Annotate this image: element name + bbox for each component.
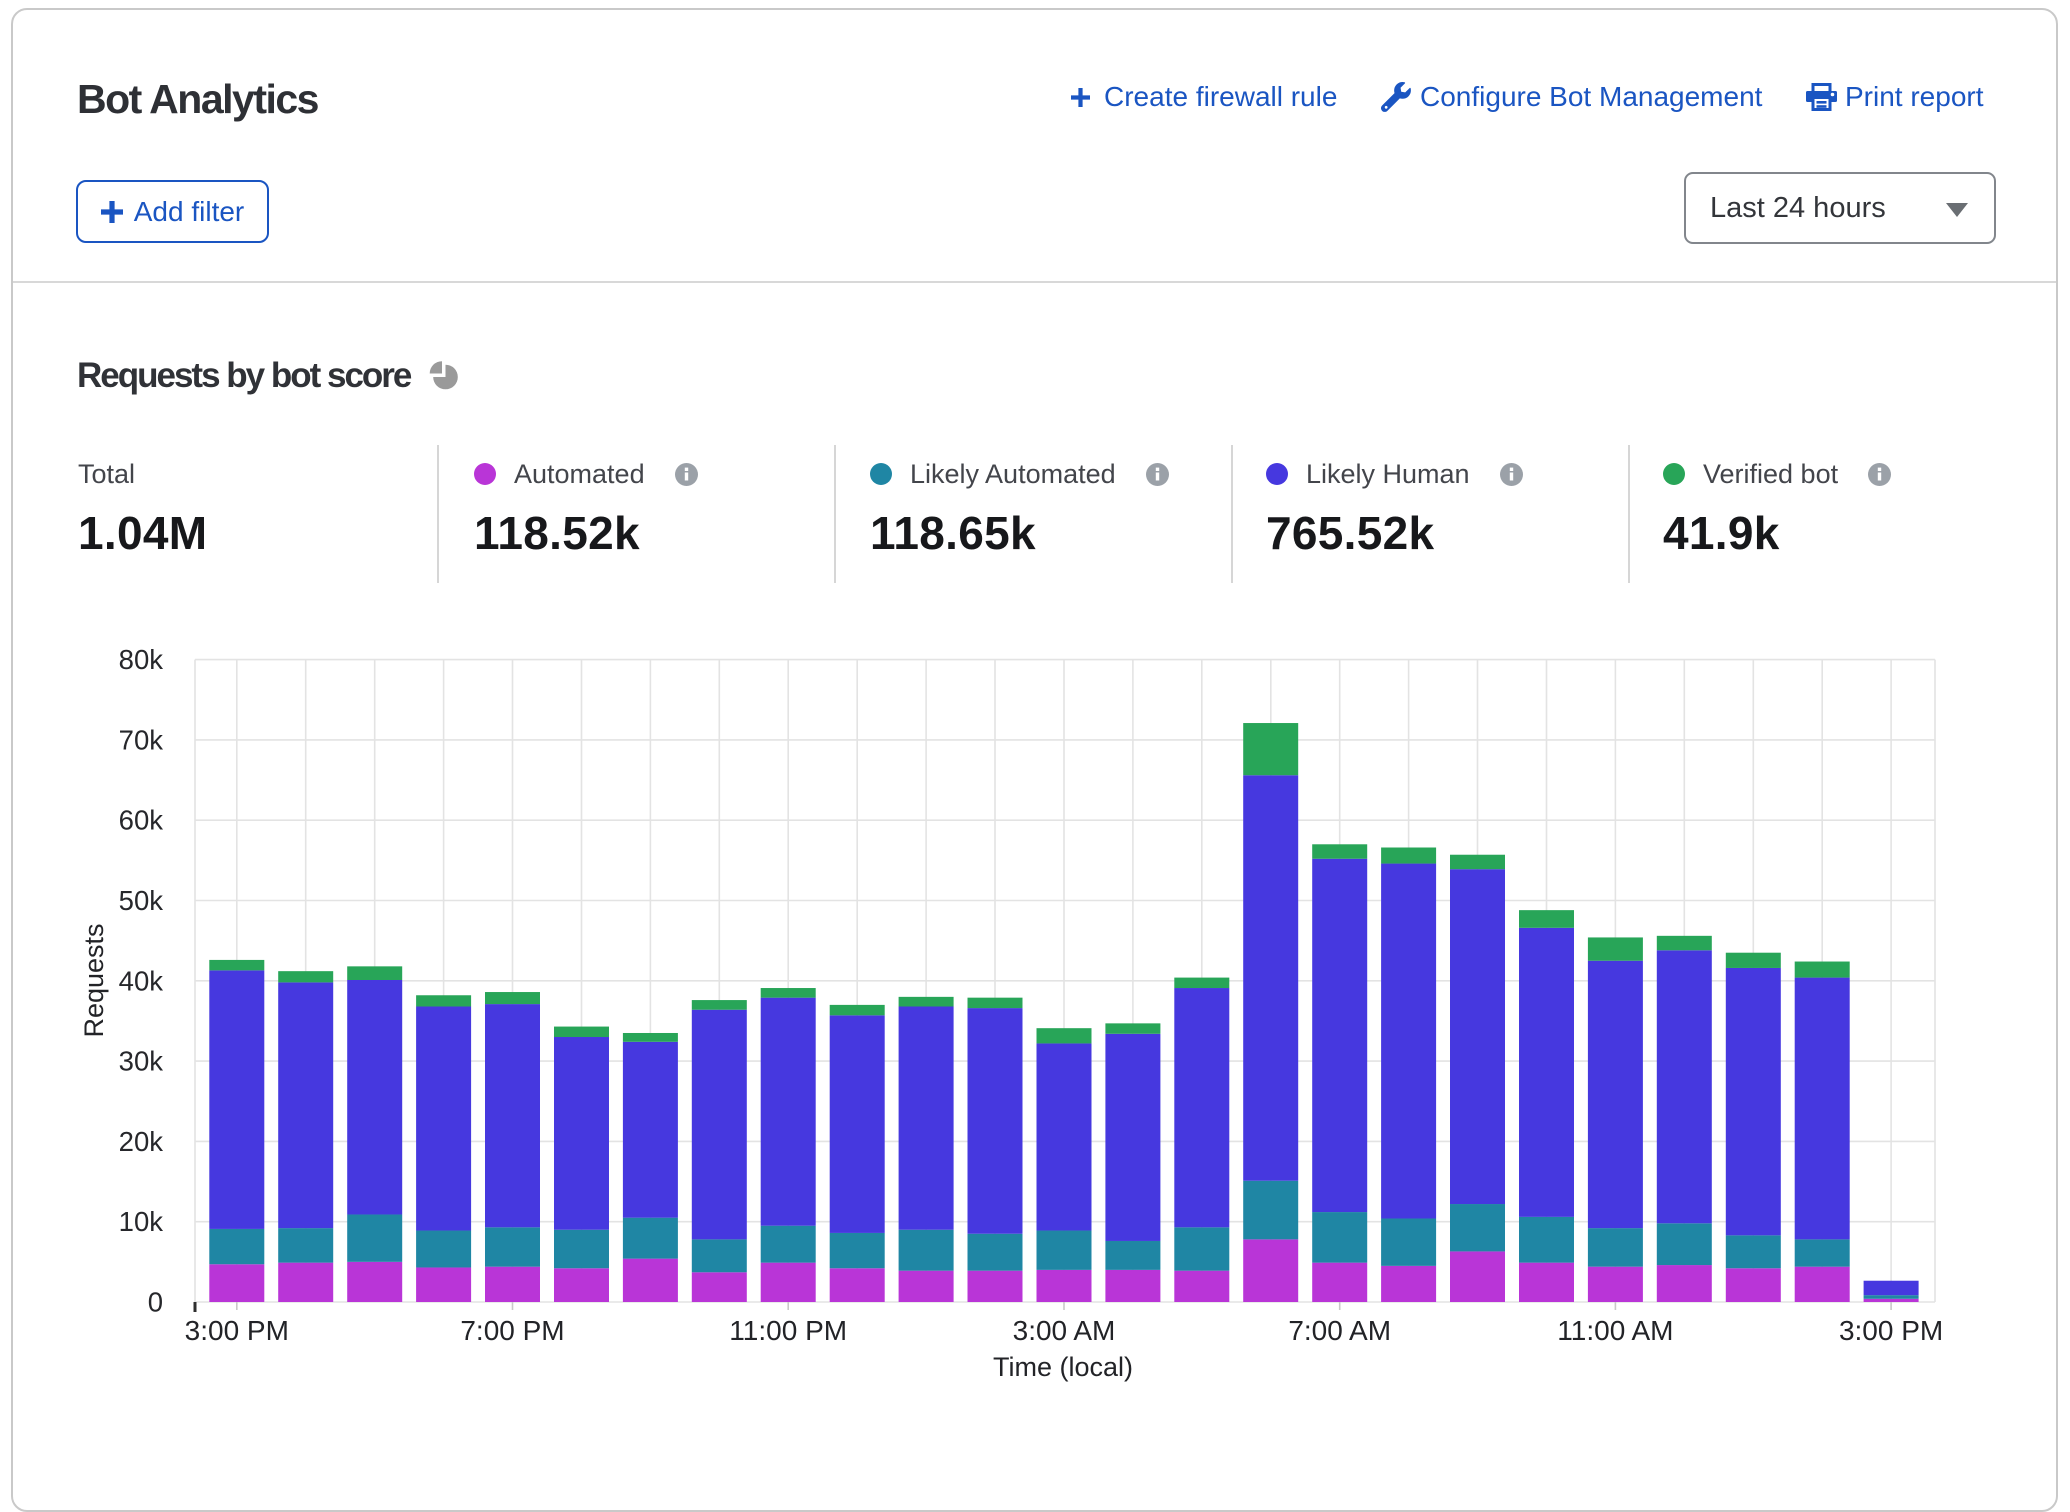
svg-text:0: 0 [148, 1287, 163, 1318]
svg-text:70k: 70k [119, 724, 164, 755]
svg-text:Time (local): Time (local) [993, 1352, 1133, 1382]
svg-text:30k: 30k [119, 1046, 164, 1077]
svg-text:20k: 20k [119, 1126, 164, 1157]
svg-text:7:00 AM: 7:00 AM [1288, 1315, 1391, 1346]
svg-text:50k: 50k [119, 885, 164, 916]
svg-text:80k: 80k [119, 644, 164, 675]
svg-text:40k: 40k [119, 965, 164, 996]
svg-text:10k: 10k [119, 1206, 164, 1237]
svg-text:11:00 AM: 11:00 AM [1557, 1315, 1673, 1346]
svg-text:11:00 PM: 11:00 PM [729, 1315, 847, 1346]
svg-text:7:00 PM: 7:00 PM [460, 1315, 564, 1346]
svg-text:3:00 PM: 3:00 PM [185, 1315, 289, 1346]
svg-text:Requests: Requests [79, 923, 109, 1037]
svg-text:60k: 60k [119, 805, 164, 836]
svg-text:3:00 PM: 3:00 PM [1839, 1315, 1943, 1346]
svg-text:3:00 AM: 3:00 AM [1013, 1315, 1116, 1346]
